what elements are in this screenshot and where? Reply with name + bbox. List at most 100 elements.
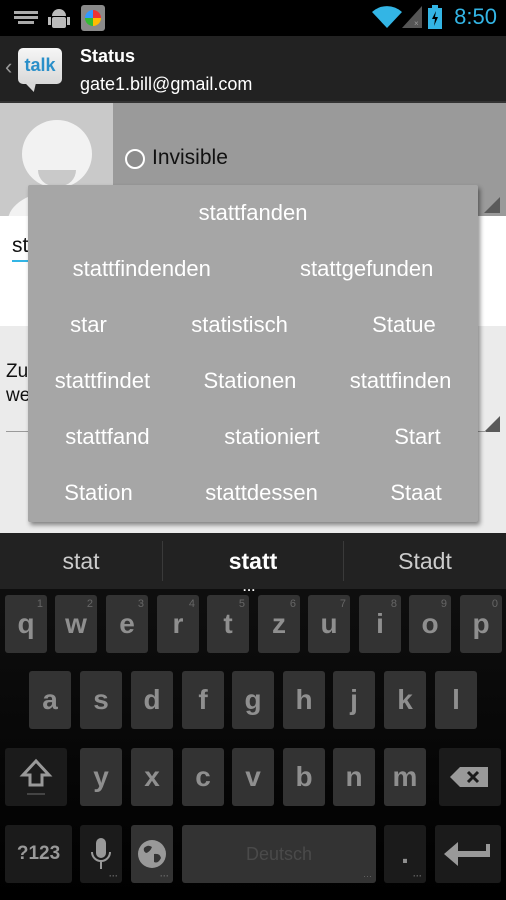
recent-spinner-arrow-icon[interactable]	[484, 416, 500, 432]
key-l[interactable]: l	[435, 671, 477, 729]
key-b[interactable]: b	[283, 748, 325, 806]
key-v[interactable]: v	[232, 748, 274, 806]
status-label: Invisible	[152, 146, 228, 169]
no-signal-icon: ×	[402, 6, 422, 28]
period-key[interactable]: . ···	[384, 825, 426, 883]
wifi-icon	[372, 6, 402, 28]
symbols-key[interactable]: ?123	[5, 825, 72, 883]
key-label: r	[172, 608, 184, 639]
popup-suggestion[interactable]: stattdessen	[197, 480, 326, 506]
key-hint: 6	[289, 598, 296, 610]
key-label: e	[119, 608, 135, 639]
popup-suggestion[interactable]: statistisch	[183, 312, 296, 338]
key-o[interactable]: 9o	[409, 595, 451, 653]
more-dots: ···	[160, 871, 169, 881]
key-label: i	[376, 608, 384, 639]
space-key[interactable]: Deutsch ···	[182, 825, 376, 883]
soft-keyboard: stat statt Stadt ... 1q 2w 3e 4r 5t 6z 7…	[0, 533, 506, 900]
enter-icon	[444, 842, 490, 866]
page-title: Status	[80, 46, 136, 66]
status-bar: × 8:50	[0, 0, 506, 36]
keyboard-icon	[14, 11, 38, 24]
key-k[interactable]: k	[384, 671, 426, 729]
backspace-icon	[450, 767, 488, 787]
backspace-key[interactable]	[439, 748, 501, 806]
key-label: w	[65, 608, 87, 639]
popup-suggestion[interactable]: star	[62, 312, 115, 338]
key-a[interactable]: a	[29, 671, 71, 729]
suggestion-popup: stattfanden stattfindenden stattgefunden…	[28, 185, 478, 522]
popup-suggestion[interactable]: stattfindenden	[65, 256, 219, 282]
key-q[interactable]: 1q	[5, 595, 47, 653]
clock: 8:50	[454, 4, 497, 29]
enter-key[interactable]	[435, 825, 501, 883]
popup-suggestion[interactable]: Start	[386, 424, 448, 450]
key-z[interactable]: 6z	[258, 595, 300, 653]
more-dots: ···	[413, 871, 422, 881]
key-hint: 3	[137, 598, 144, 610]
key-label: t	[223, 608, 233, 639]
more-dots: ···	[363, 871, 372, 881]
spinner-arrow-icon	[484, 197, 500, 213]
key-m[interactable]: m	[384, 748, 426, 806]
more-dots: ···	[109, 871, 118, 881]
microphone-icon	[91, 838, 111, 869]
key-u[interactable]: 7u	[308, 595, 350, 653]
popup-suggestion[interactable]: Statue	[364, 312, 444, 338]
key-label: .	[401, 838, 409, 869]
key-w[interactable]: 2w	[55, 595, 97, 653]
back-chevron-icon: ‹	[5, 54, 13, 79]
key-r[interactable]: 4r	[157, 595, 199, 653]
suggestion-strip: stat statt Stadt ...	[0, 533, 506, 594]
shift-icon	[19, 758, 53, 795]
shift-key[interactable]	[5, 748, 67, 806]
key-c[interactable]: c	[182, 748, 224, 806]
key-hint: 0	[491, 598, 498, 610]
app-update-icon	[81, 5, 105, 31]
key-y[interactable]: y	[80, 748, 122, 806]
popup-suggestion[interactable]: stationiert	[216, 424, 327, 450]
key-h[interactable]: h	[283, 671, 325, 729]
space-label: Deutsch	[245, 844, 313, 864]
key-i[interactable]: 8i	[359, 595, 401, 653]
key-j[interactable]: j	[333, 671, 375, 729]
popup-row: stattfindet Stationen stattfinden	[28, 353, 478, 409]
key-hint: 9	[440, 598, 447, 610]
key-x[interactable]: x	[131, 748, 173, 806]
popup-suggestion[interactable]: Stationen	[195, 368, 304, 394]
key-n[interactable]: n	[333, 748, 375, 806]
key-d[interactable]: d	[131, 671, 173, 729]
key-g[interactable]: g	[232, 671, 274, 729]
popup-row: Station stattdessen Staat	[28, 465, 478, 521]
popup-suggestion[interactable]: stattgefunden	[292, 256, 441, 282]
popup-suggestion[interactable]: stattfanden	[191, 200, 316, 226]
popup-suggestion[interactable]: stattfindet	[47, 368, 158, 394]
popup-suggestion[interactable]: Staat	[382, 480, 449, 506]
key-e[interactable]: 3e	[106, 595, 148, 653]
suggestion-right[interactable]: Stadt	[344, 533, 506, 589]
key-hint: 8	[390, 598, 397, 610]
key-s[interactable]: s	[80, 671, 122, 729]
key-p[interactable]: 0p	[460, 595, 502, 653]
popup-suggestion[interactable]: stattfinden	[342, 368, 460, 394]
key-hint: 4	[188, 598, 195, 610]
voice-input-key[interactable]: ···	[80, 825, 122, 883]
key-hint: 5	[238, 598, 245, 610]
language-key[interactable]: ···	[131, 825, 173, 883]
popup-suggestion[interactable]: Station	[56, 480, 141, 506]
status-input-text: st	[12, 234, 29, 257]
key-hint: 7	[339, 598, 346, 610]
key-label: o	[421, 608, 439, 639]
popup-row: stattfindenden stattgefunden	[28, 241, 478, 297]
popup-row: stattfand stationiert Start	[28, 409, 478, 465]
key-t[interactable]: 5t	[207, 595, 249, 653]
account-email: gate1.bill@gmail.com	[80, 74, 253, 94]
battery-charging-icon	[428, 5, 442, 29]
key-hint: 2	[86, 598, 93, 610]
svg-text:×: ×	[414, 19, 419, 28]
popup-suggestion[interactable]: stattfand	[57, 424, 157, 450]
key-f[interactable]: f	[182, 671, 224, 729]
popup-row: stattfanden	[28, 185, 478, 241]
key-label: q	[17, 608, 35, 639]
popup-row: star statistisch Statue	[28, 297, 478, 353]
